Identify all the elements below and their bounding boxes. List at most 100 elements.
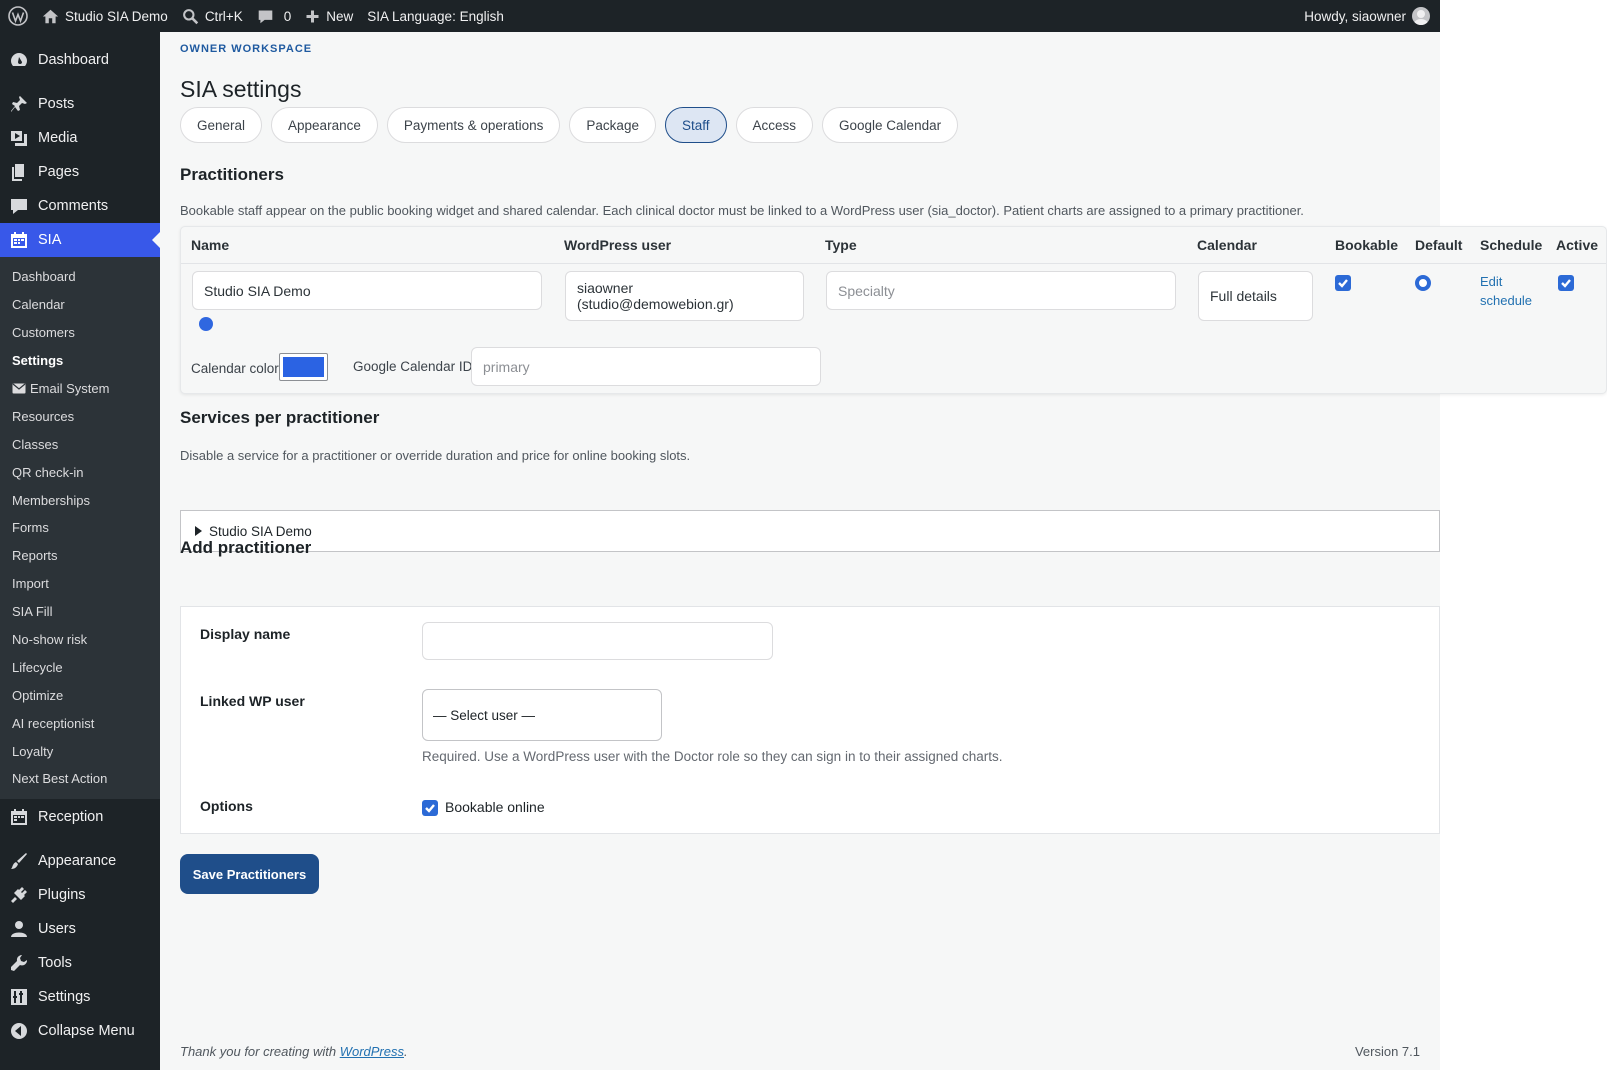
calendar-icon [11, 808, 27, 825]
tab-payments-operations[interactable]: Payments & operations [386, 107, 561, 143]
submenu-memberships[interactable]: Memberships [0, 486, 160, 514]
calendar-color-picker[interactable] [279, 353, 328, 381]
submenu-label: Email System [30, 381, 110, 396]
tab-appearance[interactable]: Appearance [271, 107, 378, 143]
menu-posts[interactable]: Posts [0, 87, 160, 121]
default-radio[interactable] [1415, 275, 1431, 291]
column-bookable: Bookable [1335, 237, 1399, 253]
pushpin-icon [11, 96, 27, 112]
edit-schedule-link[interactable]: Edit schedule [1480, 272, 1540, 310]
practitioner-name-value: Studio SIA Demo [204, 282, 311, 299]
bookable-checkbox[interactable] [1335, 275, 1351, 291]
language-switcher[interactable]: SIA Language: English [360, 0, 511, 32]
calendar-color-fill [283, 357, 324, 377]
submenu-dashboard[interactable]: Dashboard [0, 263, 160, 291]
submenu-calendar[interactable]: Calendar [0, 291, 160, 319]
submenu-label: Optimize [12, 687, 64, 703]
submenu-loyalty[interactable]: Loyalty [0, 737, 160, 765]
active-checkbox[interactable] [1558, 275, 1574, 291]
settings-sliders-icon [11, 988, 27, 1005]
menu-label: Pages [38, 164, 80, 180]
menu-dashboard[interactable]: Dashboard [0, 43, 160, 77]
menu-label: Users [38, 920, 76, 937]
type-specialty-input[interactable]: Specialty [826, 271, 1176, 310]
submenu-customers[interactable]: Customers [0, 319, 160, 347]
calendar-visibility-select[interactable]: Full details [1198, 271, 1313, 321]
collapse-arrow-icon [11, 1022, 27, 1039]
submenu-no-show-risk[interactable]: No-show risk [0, 626, 160, 654]
submenu-label: Lifecycle [12, 659, 63, 675]
menu-comments[interactable]: Comments [0, 189, 160, 223]
display-name-input[interactable] [422, 622, 773, 660]
options-label: Options [200, 798, 253, 814]
menu-reception[interactable]: Reception [0, 800, 160, 834]
search-shortcut[interactable]: Ctrl+K [175, 0, 250, 32]
menu-label: Settings [38, 988, 91, 1005]
menu-label: Plugins [38, 886, 86, 903]
bookable-online-checkbox[interactable] [422, 800, 438, 816]
tab-access[interactable]: Access [735, 107, 814, 143]
google-calendar-id-label: Google Calendar ID [353, 359, 473, 374]
footer-thanks-suffix: . [404, 1044, 408, 1059]
collapse-menu-button[interactable]: Collapse Menu [0, 1014, 160, 1048]
submenu-label: SIA Fill [12, 604, 53, 620]
submenu-label: Loyalty [12, 743, 54, 759]
save-practitioners-button[interactable]: Save Practitioners [180, 854, 319, 894]
new-content-link[interactable]: New [298, 0, 360, 32]
submenu-classes[interactable]: Classes [0, 430, 160, 458]
submenu-ai-receptionist[interactable]: AI receptionist [0, 709, 160, 737]
column-active: Active [1556, 237, 1599, 253]
linked-wp-user-select[interactable]: — Select user — [422, 689, 662, 741]
menu-label: Collapse Menu [38, 1022, 135, 1039]
account-menu[interactable]: Howdy, siaowner [1297, 0, 1440, 32]
submenu-qr-check-in[interactable]: QR check-in [0, 458, 160, 486]
submenu-email-system[interactable]: Email System [0, 375, 160, 403]
bookable-online-label: Bookable online [445, 799, 545, 815]
admin-bar: Studio SIA Demo Ctrl+K 0 New SIA Languag… [0, 0, 1440, 32]
practitioners-description: Bookable staff appear on the public book… [180, 203, 1304, 218]
submenu-label: Reports [12, 548, 58, 564]
wordpress-user-select[interactable]: siaowner (studio@demowebion.gr) [565, 271, 804, 321]
submenu-label: Next Best Action [12, 771, 108, 787]
menu-plugins[interactable]: Plugins [0, 878, 160, 912]
google-calendar-id-input[interactable]: primary [471, 347, 821, 386]
menu-sia[interactable]: SIA [0, 223, 160, 257]
submenu-label: Import [12, 576, 49, 592]
search-shortcut-label: Ctrl+K [204, 8, 243, 24]
column-name: Name [191, 237, 230, 253]
footer-thanks: Thank you for creating with WordPress. [180, 1044, 408, 1059]
submenu-reports[interactable]: Reports [0, 542, 160, 570]
submenu-lifecycle[interactable]: Lifecycle [0, 653, 160, 681]
practitioner-name-input[interactable]: Studio SIA Demo [192, 271, 542, 310]
menu-pages[interactable]: Pages [0, 155, 160, 189]
menu-label: Tools [38, 954, 72, 971]
submenu-sia-fill[interactable]: SIA Fill [0, 598, 160, 626]
site-name: Studio SIA Demo [65, 8, 168, 24]
menu-settings[interactable]: Settings [0, 980, 160, 1014]
admin-sidebar: Dashboard Posts Media Pages Comments SIA… [0, 32, 160, 1070]
submenu-forms[interactable]: Forms [0, 514, 160, 542]
tab-google-calendar[interactable]: Google Calendar [822, 107, 959, 143]
wordpress-link[interactable]: WordPress [340, 1044, 404, 1059]
menu-appearance[interactable]: Appearance [0, 844, 160, 878]
submenu-optimize[interactable]: Optimize [0, 681, 160, 709]
services-practitioner-toggle[interactable]: Studio SIA Demo [180, 510, 1440, 552]
wordpress-logo-icon[interactable] [0, 0, 35, 32]
menu-users[interactable]: Users [0, 912, 160, 946]
calendar-icon [11, 232, 27, 248]
submenu-settings[interactable]: Settings [0, 347, 160, 375]
submenu-resources[interactable]: Resources [0, 402, 160, 430]
menu-media[interactable]: Media [0, 121, 160, 155]
submenu-label: AI receptionist [12, 715, 95, 731]
menu-tools[interactable]: Tools [0, 946, 160, 980]
practitioners-table: Name WordPress user Type Calendar Bookab… [180, 226, 1607, 394]
submenu-import[interactable]: Import [0, 570, 160, 598]
comments-link[interactable]: 0 [250, 0, 299, 32]
comments-count: 0 [283, 8, 292, 24]
site-name-link[interactable]: Studio SIA Demo [35, 0, 175, 32]
tab-general[interactable]: General [180, 107, 263, 143]
tab-staff[interactable]: Staff [664, 107, 727, 143]
submenu-next-best-action[interactable]: Next Best Action [0, 765, 160, 793]
tab-package[interactable]: Package [569, 107, 656, 143]
calendar-visibility-value: Full details [1210, 288, 1277, 304]
